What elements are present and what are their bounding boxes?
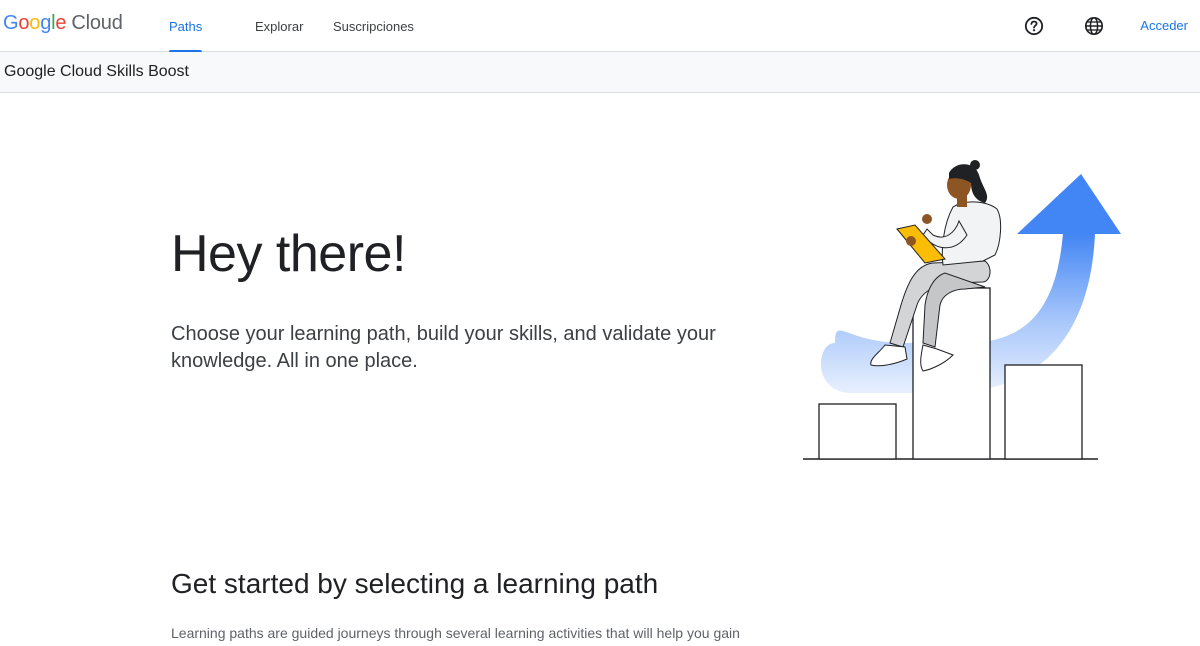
hero-subtitle: Choose your learning path, build your sk… bbox=[171, 323, 716, 372]
product-subbar: Google Cloud Skills Boost bbox=[0, 52, 1200, 93]
help-circle-icon[interactable] bbox=[1022, 14, 1046, 38]
top-nav-bar: Google Cloud Paths Explorar Suscripcione… bbox=[0, 0, 1200, 53]
globe-icon[interactable] bbox=[1082, 14, 1106, 38]
logo-letter: g bbox=[40, 12, 52, 34]
logo-letter: G bbox=[3, 12, 19, 34]
tab-paths[interactable]: Paths bbox=[169, 0, 203, 53]
product-title[interactable]: Google Cloud Skills Boost bbox=[4, 63, 189, 81]
tab-suscripciones[interactable]: Suscripciones bbox=[333, 0, 414, 52]
bar-medium bbox=[1004, 364, 1083, 460]
section-description: Learning paths are guided journeys throu… bbox=[171, 625, 740, 641]
section-title: Get started by selecting a learning path bbox=[171, 568, 659, 599]
hero-title: Hey there! bbox=[171, 225, 406, 283]
logo-letter: e bbox=[55, 12, 67, 34]
google-cloud-logo[interactable]: Google Cloud bbox=[3, 12, 123, 35]
logo-letter: o bbox=[29, 12, 41, 34]
tab-explorar[interactable]: Explorar bbox=[255, 0, 303, 52]
logo-product-name: Cloud bbox=[71, 12, 123, 34]
logo-letter: o bbox=[18, 12, 30, 34]
bar-small bbox=[818, 403, 897, 460]
hero-illustration bbox=[795, 155, 1135, 465]
signin-link[interactable]: Acceder bbox=[1140, 0, 1188, 52]
